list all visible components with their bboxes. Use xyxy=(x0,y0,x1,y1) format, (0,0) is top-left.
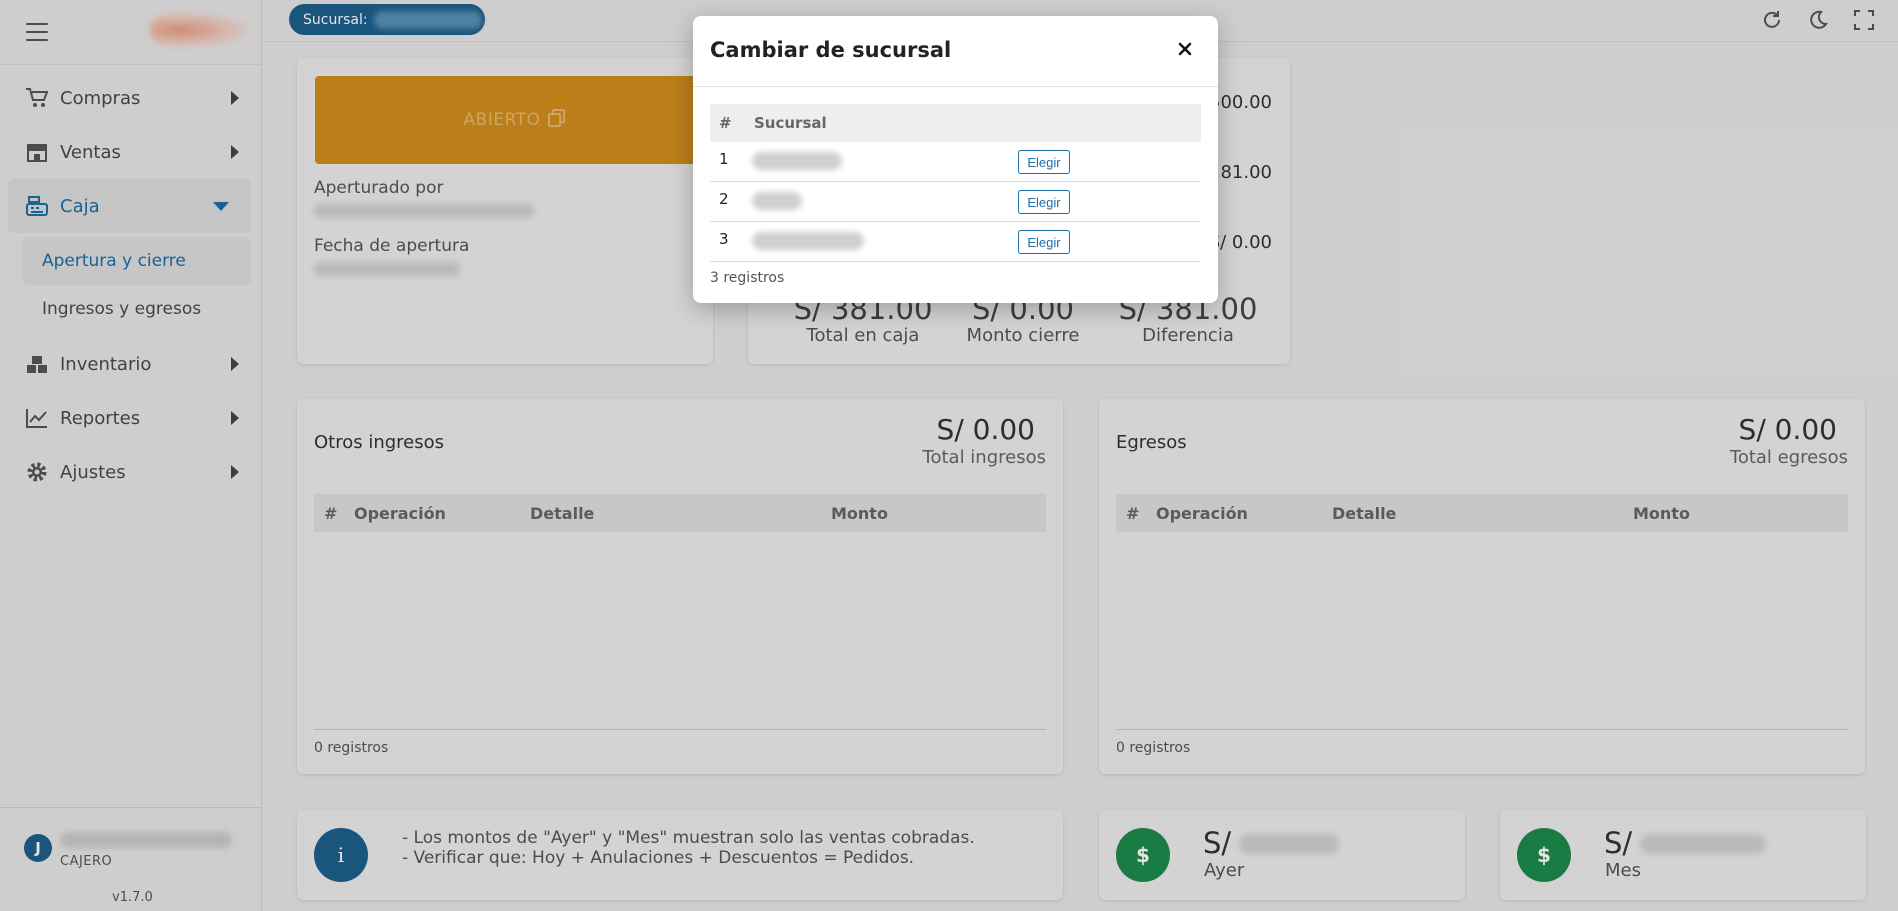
col-sucursal: Sucursal xyxy=(754,114,827,132)
branch-row: 2 Elegir xyxy=(710,182,1201,222)
branch-record-count: 3 registros xyxy=(710,270,785,286)
row-number: 2 xyxy=(719,190,729,208)
close-icon[interactable] xyxy=(1176,40,1194,58)
change-branch-modal: Cambiar de sucursal # Sucursal 1 Elegir … xyxy=(693,16,1218,303)
branch-row: 3 Elegir xyxy=(710,222,1201,262)
row-number: 1 xyxy=(719,150,729,168)
choose-branch-button[interactable]: Elegir xyxy=(1018,190,1070,214)
choose-branch-button[interactable]: Elegir xyxy=(1018,230,1070,254)
modal-title: Cambiar de sucursal xyxy=(710,38,952,62)
modal-divider xyxy=(693,86,1218,87)
col-number: # xyxy=(719,114,732,132)
branch-name-redacted xyxy=(752,152,842,170)
row-number: 3 xyxy=(719,230,729,248)
branch-name-redacted xyxy=(752,232,864,250)
branch-row: 1 Elegir xyxy=(710,142,1201,182)
choose-branch-button[interactable]: Elegir xyxy=(1018,150,1070,174)
branch-table-header: # Sucursal xyxy=(710,104,1201,142)
branch-name-redacted xyxy=(752,192,802,210)
